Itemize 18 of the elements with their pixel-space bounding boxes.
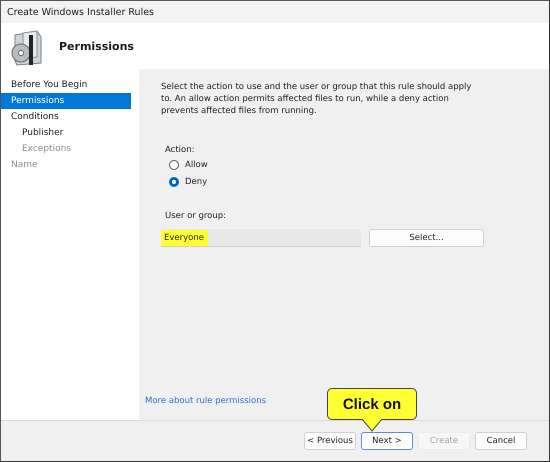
- step-item[interactable]: Conditions: [1, 109, 131, 125]
- wizard-button[interactable]: Next >: [361, 432, 413, 450]
- description-text: Select the action to use and the user or group that this rule should apply to. An allow action permits affected files to run, while a deny action prevents affected files from running.: [161, 81, 472, 117]
- user-group-field[interactable]: Everyone: [161, 229, 361, 247]
- select-button[interactable]: Select...: [369, 229, 484, 247]
- help-link[interactable]: More about rule permissions: [145, 396, 266, 406]
- step-item[interactable]: Publisher: [1, 125, 131, 141]
- user-group-label: User or group:: [164, 211, 228, 221]
- step-item[interactable]: Before You Begin: [1, 77, 131, 93]
- window-title: Create Windows Installer Rules: [7, 6, 154, 18]
- wizard-button[interactable]: Cancel: [475, 432, 527, 450]
- callout-pointer-icon: [361, 419, 383, 432]
- wizard-button[interactable]: < Previous: [304, 432, 356, 450]
- action-label: Action:: [165, 145, 196, 155]
- radio-option[interactable]: Deny: [165, 175, 529, 189]
- radio-option[interactable]: Allow: [165, 158, 529, 172]
- step-item[interactable]: Permissions: [1, 93, 131, 109]
- page-title: Permissions: [59, 40, 134, 52]
